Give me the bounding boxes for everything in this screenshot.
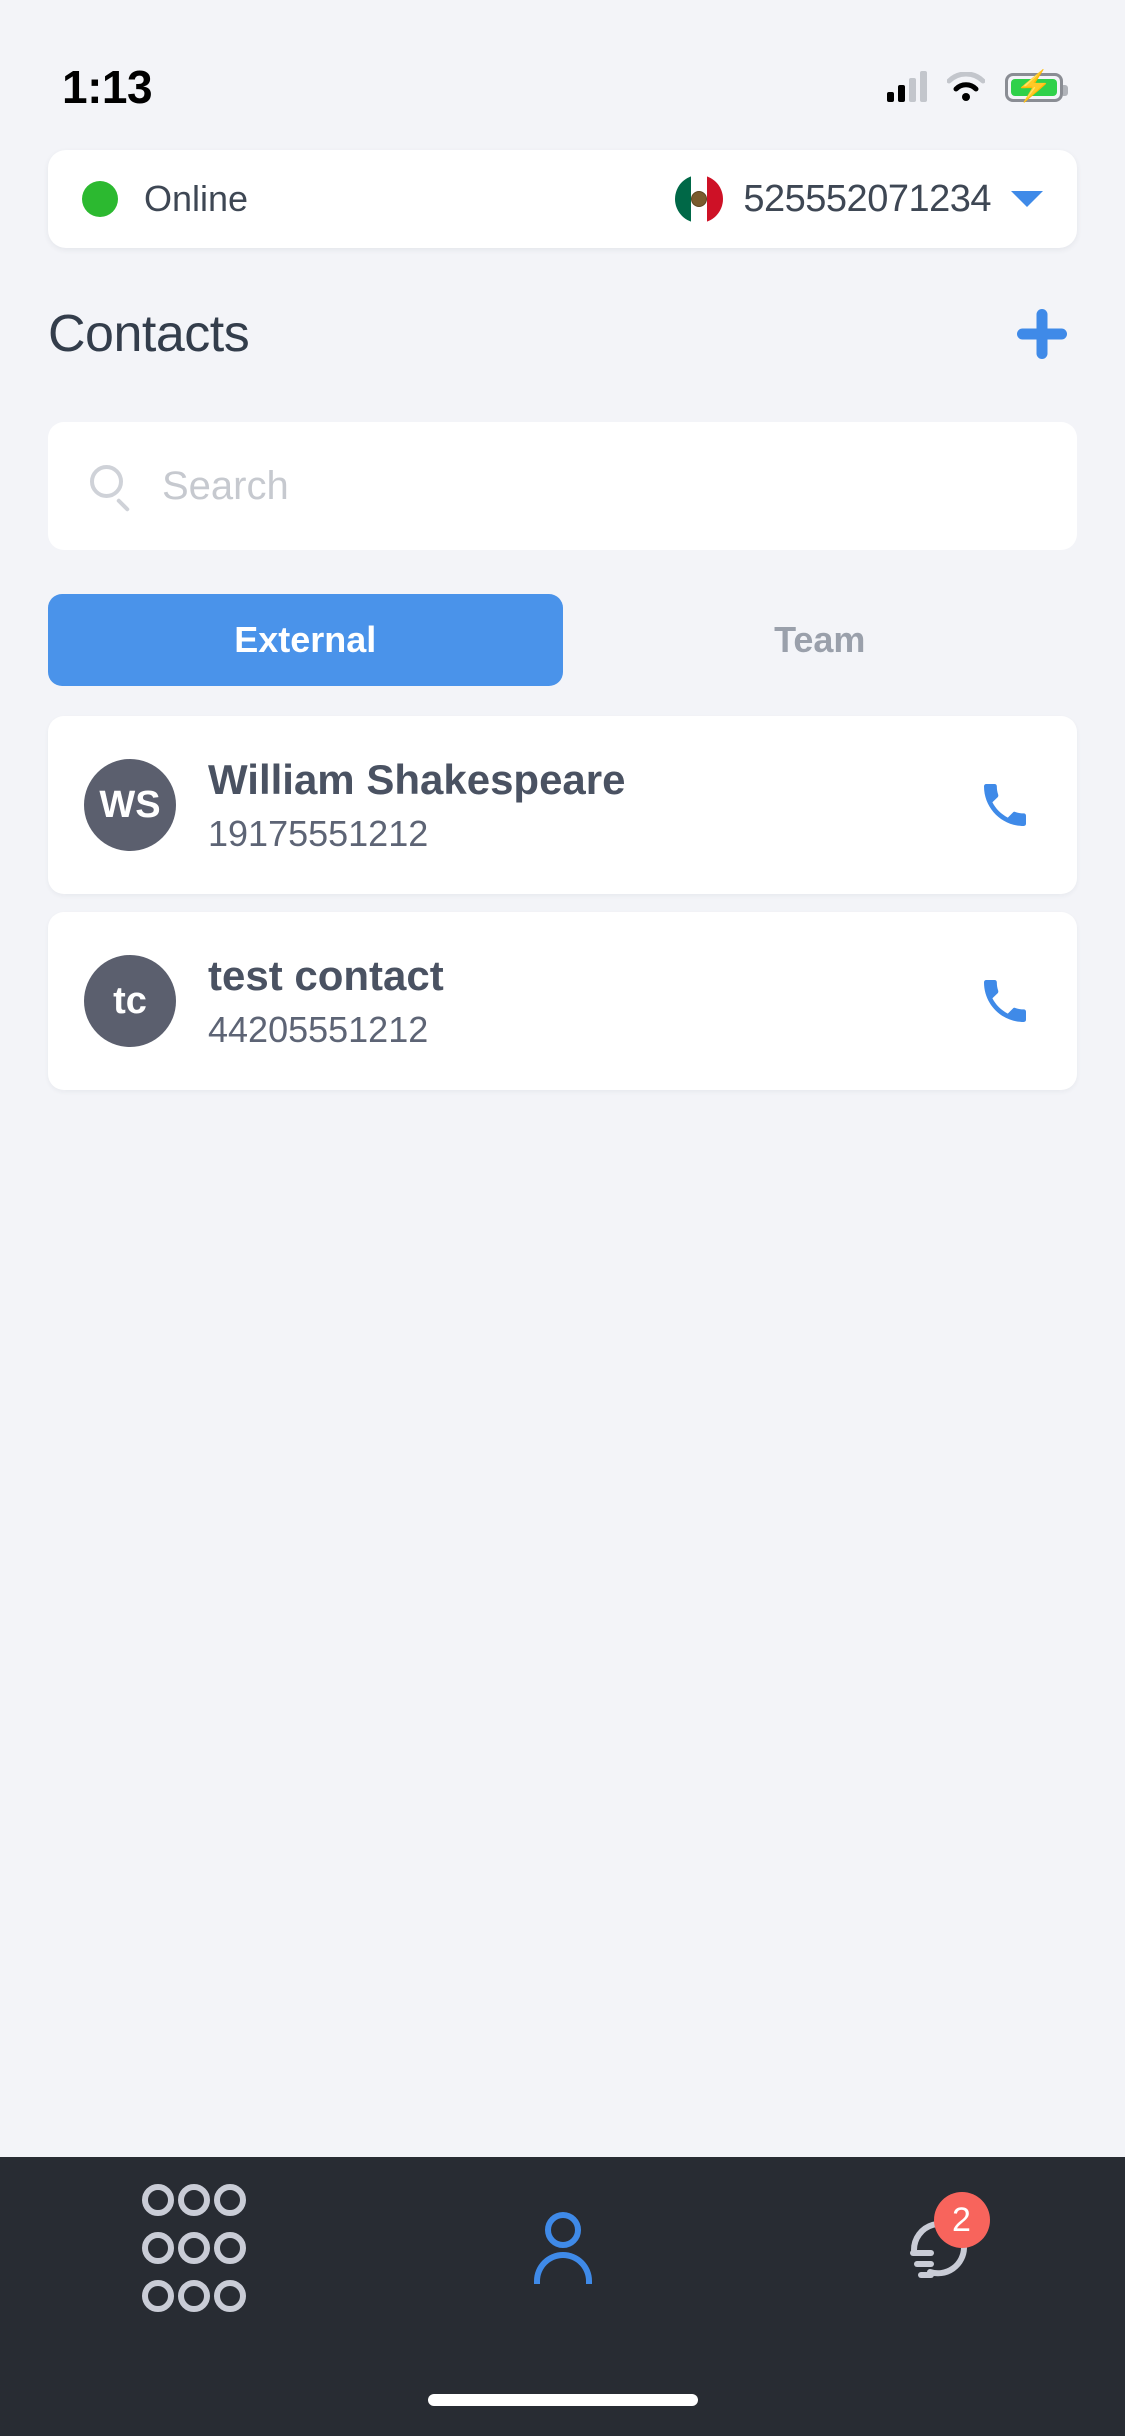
status-time: 1:13 — [62, 61, 153, 113]
page-header: Contacts — [48, 294, 1077, 374]
contact-list-item[interactable]: tc test contact 44205551212 — [48, 912, 1077, 1090]
dialpad-icon — [141, 2184, 246, 2312]
presence-group[interactable]: Online — [82, 178, 248, 220]
call-button[interactable] — [969, 769, 1041, 841]
search-input[interactable] — [162, 463, 1037, 509]
search-icon — [88, 463, 134, 513]
nav-items: 2 — [0, 2157, 1125, 2364]
unread-badge: 2 — [933, 2192, 990, 2248]
tab-team[interactable]: Team — [563, 594, 1078, 686]
call-button[interactable] — [969, 965, 1041, 1037]
call-history-headset-icon: 2 — [896, 2192, 990, 2290]
status-indicators: ⚡ — [887, 71, 1068, 102]
nav-item-call-history[interactable]: 2 — [863, 2192, 1013, 2303]
bottom-navigation-bar: 2 — [0, 2157, 1125, 2436]
status-bar: 1:13 ⚡ — [0, 0, 1125, 132]
app-screen: 1:13 ⚡ Online 525552071234 Contacts Sear… — [0, 0, 1125, 2436]
cellular-signal-icon — [887, 71, 927, 102]
phone-icon — [984, 980, 1026, 1022]
avatar: tc — [84, 955, 176, 1047]
contacts-person-icon — [530, 2212, 596, 2284]
account-phone-number: 525552071234 — [743, 177, 991, 220]
contact-list: WS William Shakespeare 19175551212 tc te… — [48, 716, 1077, 1108]
contact-name: test contact — [208, 951, 444, 999]
phone-icon — [984, 784, 1026, 826]
presence-label: Online — [144, 178, 249, 219]
tab-external[interactable]: External — [48, 594, 563, 686]
search-bar[interactable] — [48, 422, 1077, 550]
page-title: Contacts — [48, 305, 250, 363]
contact-details: test contact 44205551212 — [176, 951, 969, 1051]
battery-charging-icon: ⚡ — [1005, 72, 1068, 102]
contact-type-tabs: External Team — [48, 594, 1077, 686]
chevron-down-icon[interactable] — [1011, 191, 1043, 207]
nav-item-contacts[interactable] — [488, 2193, 638, 2303]
avatar: WS — [84, 759, 176, 851]
online-status-dot — [82, 181, 118, 217]
phone-number-selector[interactable]: 525552071234 — [675, 175, 1043, 223]
mexico-flag-icon — [675, 175, 724, 223]
wifi-icon — [946, 71, 986, 102]
account-status-card[interactable]: Online 525552071234 — [48, 150, 1077, 248]
contact-name: William Shakespeare — [208, 755, 626, 803]
home-indicator-area — [0, 2364, 1125, 2436]
contact-number: 19175551212 — [208, 813, 429, 855]
contact-details: William Shakespeare 19175551212 — [176, 755, 969, 855]
contact-list-item[interactable]: WS William Shakespeare 19175551212 — [48, 716, 1077, 894]
contact-number: 44205551212 — [208, 1009, 429, 1051]
nav-item-dialpad[interactable] — [113, 2184, 263, 2312]
home-indicator[interactable] — [427, 2394, 698, 2406]
add-contact-button[interactable] — [1007, 299, 1077, 369]
